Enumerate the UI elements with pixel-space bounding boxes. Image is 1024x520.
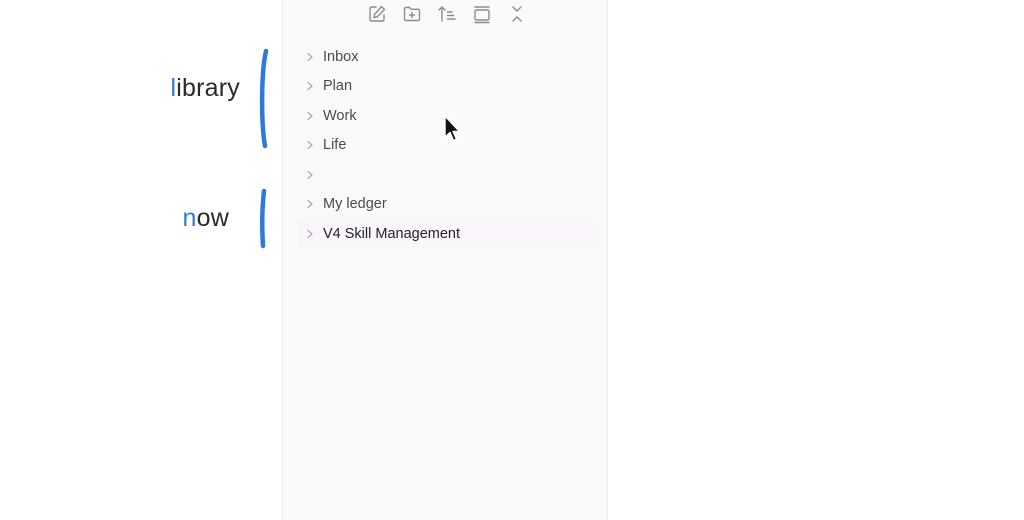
chevron-right-icon[interactable] bbox=[303, 168, 317, 182]
chevron-right-icon[interactable] bbox=[303, 138, 317, 152]
sort-button[interactable] bbox=[435, 2, 459, 26]
folder-plus-icon bbox=[403, 6, 421, 22]
tree-item-label: V4 Skill Management bbox=[323, 225, 461, 242]
tree-item-label: Plan bbox=[323, 78, 353, 95]
window-icon bbox=[474, 6, 490, 24]
chevron-right-icon[interactable] bbox=[303, 50, 317, 64]
explorer-toolbar bbox=[283, 2, 607, 26]
tree-item-untitled[interactable] bbox=[297, 160, 597, 190]
edit-icon bbox=[369, 5, 386, 22]
collapse-all-button[interactable] bbox=[505, 2, 529, 26]
sort-icon bbox=[438, 6, 456, 22]
new-note-button[interactable] bbox=[365, 2, 389, 26]
content-area bbox=[608, 0, 1024, 520]
mouse-cursor-icon bbox=[444, 115, 461, 142]
folder-tree: Inbox Plan Work Life My ledger V4 Skill … bbox=[297, 42, 597, 249]
tree-item-v4-skill-management[interactable]: V4 Skill Management bbox=[297, 219, 597, 249]
bracket-library-icon bbox=[259, 48, 269, 149]
annotation-now-accent: n bbox=[182, 204, 197, 232]
collapse-all-icon bbox=[512, 6, 522, 22]
file-explorer: Inbox Plan Work Life My ledger V4 Skill … bbox=[282, 0, 608, 520]
annotation-area: library now bbox=[0, 0, 282, 520]
tree-item-label: Life bbox=[323, 137, 347, 154]
tree-item-plan[interactable]: Plan bbox=[297, 72, 597, 102]
annotation-now-rest: ow bbox=[196, 204, 229, 232]
tree-item-label: My ledger bbox=[323, 196, 387, 213]
tree-item-label: Work bbox=[323, 107, 357, 124]
chevron-right-icon[interactable] bbox=[303, 197, 317, 211]
screen: library now Inbox Plan Work Life My ledg… bbox=[0, 0, 1024, 520]
annotation-now: now bbox=[183, 204, 229, 233]
tree-item-label: Inbox bbox=[323, 48, 359, 65]
chevron-right-icon[interactable] bbox=[303, 227, 317, 241]
tree-item-inbox[interactable]: Inbox bbox=[297, 42, 597, 72]
annotation-library: library bbox=[171, 74, 240, 103]
new-folder-button[interactable] bbox=[400, 2, 424, 26]
tree-item-my-ledger[interactable]: My ledger bbox=[297, 190, 597, 220]
chevron-right-icon[interactable] bbox=[303, 79, 317, 93]
bracket-now-icon bbox=[260, 188, 267, 249]
toggle-view-button[interactable] bbox=[470, 2, 494, 26]
annotation-library-rest: ibrary bbox=[176, 74, 240, 102]
chevron-right-icon[interactable] bbox=[303, 109, 317, 123]
